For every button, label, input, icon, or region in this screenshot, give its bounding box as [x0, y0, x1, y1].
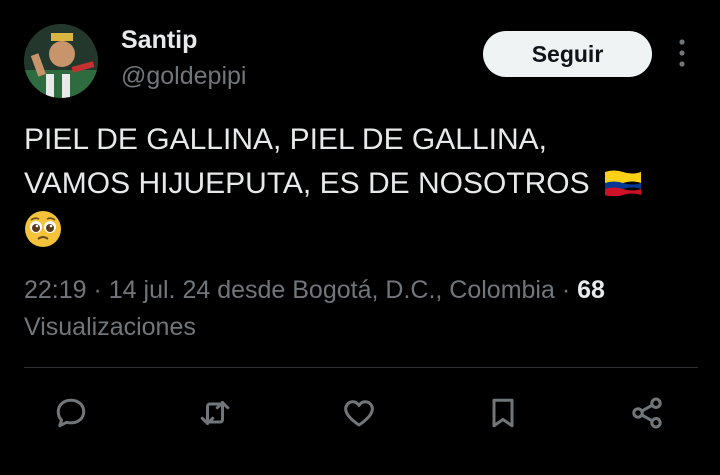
- bookmark-icon: [492, 398, 514, 428]
- retweet-icon: [200, 401, 230, 425]
- tweet-date[interactable]: 14 jul. 24: [109, 276, 210, 304]
- colombia-flag-icon: [604, 170, 641, 196]
- meta-separator: ·: [86, 276, 109, 304]
- tweet-line-2-text: VAMOS HIJUEPUTA, ES DE NOSOTROS: [24, 167, 590, 200]
- pleading-face-icon: [25, 211, 61, 247]
- retweet-button[interactable]: [192, 390, 238, 436]
- heart-icon: [344, 400, 374, 427]
- tweet-location: desde Bogotá, D.C., Colombia: [210, 276, 555, 304]
- share-icon: [632, 397, 662, 429]
- tweet-line-2: VAMOS HIJUEPUTA, ES DE NOSOTROS: [24, 162, 704, 206]
- like-button[interactable]: [336, 390, 382, 436]
- views-label: Visualizaciones: [24, 313, 196, 341]
- views-count: 68: [577, 276, 605, 304]
- tweet-text: PIEL DE GALLINA, PIEL DE GALLINA, VAMOS …: [24, 118, 704, 248]
- tweet-time[interactable]: 22:19: [24, 276, 87, 304]
- action-bar: [0, 390, 720, 436]
- divider: [24, 367, 698, 368]
- tweet-meta: 22:19 · 14 jul. 24 desde Bogotá, D.C., C…: [24, 272, 704, 346]
- reply-icon: [56, 398, 86, 428]
- share-button[interactable]: [624, 390, 670, 436]
- reply-button[interactable]: [48, 390, 94, 436]
- tweet-line-1: PIEL DE GALLINA, PIEL DE GALLINA,: [24, 123, 547, 156]
- follow-button[interactable]: Seguir: [483, 31, 652, 77]
- author-handle[interactable]: @goldepipi: [121, 62, 246, 91]
- meta-separator-2: ·: [554, 276, 578, 304]
- more-vertical-icon[interactable]: [673, 38, 691, 68]
- avatar[interactable]: [24, 24, 98, 98]
- bookmark-button[interactable]: [480, 390, 526, 436]
- author-name[interactable]: Santip: [121, 26, 197, 55]
